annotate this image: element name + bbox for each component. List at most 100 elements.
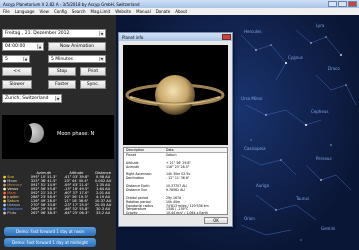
- close-icon[interactable]: [222, 34, 231, 40]
- dialog-title-bar[interactable]: Planet info: [119, 33, 232, 41]
- constellation-label: Orion: [244, 216, 255, 221]
- time-input[interactable]: 04:00:00 ▲: [2, 42, 44, 51]
- constellation-label: Perseus: [316, 156, 332, 161]
- info-description: Declination: [126, 176, 145, 181]
- info-value: Saturn: [166, 152, 177, 157]
- list-item: Gravity 10.44 m/s² / 1.064 x Earth: [124, 211, 227, 215]
- demo-midnight-label: Demo: Fast forward 1 day at midnight: [12, 240, 88, 245]
- constellation-label: Ursa Minor: [241, 96, 263, 101]
- faster-button[interactable]: Faster: [48, 80, 76, 89]
- list-item: Distance Sun 9.76562 AU: [124, 188, 227, 192]
- moon-phase-image: [24, 123, 44, 143]
- ok-label: OK: [213, 218, 219, 223]
- minimize-icon[interactable]: [328, 1, 337, 7]
- info-description: Gravity: [126, 211, 138, 215]
- date-value: Freitag , 21. Dezember 2012: [5, 31, 70, 36]
- constellation-labels: Hercules Lyra Cygnus Draco Ursa Minor Cepheus…: [241, 23, 340, 231]
- location-select[interactable]: Zurich, Switzerland ▼: [2, 94, 62, 103]
- list-item: Planet Saturn: [124, 153, 227, 157]
- info-value: 9.76562 AU: [166, 187, 185, 192]
- moon-phase-panel: Moon phase: N: [2, 115, 114, 159]
- back-button[interactable]: <<: [2, 67, 32, 76]
- planet-name: ● Pluto: [2, 211, 27, 215]
- print-button[interactable]: Print: [80, 67, 106, 76]
- chevron-down-icon[interactable]: ▼: [99, 57, 104, 61]
- constellation-label: Cygnus: [288, 55, 303, 60]
- menu-config[interactable]: Config: [54, 9, 67, 14]
- constellation-label: Gemini: [321, 226, 335, 231]
- menu-view[interactable]: View: [39, 9, 49, 14]
- now-animation-label: Now Animation: [59, 44, 95, 49]
- constellation-label: Cassiopeia: [244, 146, 266, 151]
- ok-button[interactable]: OK: [204, 217, 228, 224]
- step-unit-select[interactable]: 5 Minutes ▼: [48, 55, 106, 63]
- window-controls: [328, 1, 357, 7]
- sync-button[interactable]: Sync.: [80, 80, 106, 89]
- column-header-description[interactable]: Description: [124, 148, 166, 152]
- menu-manual[interactable]: Manual: [136, 9, 151, 14]
- menu-search[interactable]: Search: [72, 9, 86, 14]
- info-description: Distance Sun: [126, 187, 148, 192]
- planet-image: [123, 45, 228, 145]
- table-row: ● Pluto 267° 06' 38.3" -64° 25' 06.3" 33.2 …: [2, 211, 114, 215]
- time-value: 04:00:00: [5, 44, 26, 49]
- step-spinner-icon[interactable]: ▲: [23, 57, 28, 61]
- slower-button[interactable]: Slower: [2, 80, 32, 89]
- step-unit-value: 5 Minutes: [51, 56, 74, 62]
- chevron-down-icon[interactable]: ▼: [55, 96, 60, 101]
- info-description: Planet: [126, 152, 136, 157]
- constellation-label: Auriga: [256, 183, 270, 188]
- demo-noon-label: Demo: Fast forward 1 day at noon: [15, 229, 85, 234]
- info-description: Azimuth: [126, 164, 140, 169]
- info-value: - 12° 11' 36.6": [166, 176, 190, 181]
- print-label: Print: [87, 69, 99, 74]
- planet-name-label: Pluto: [7, 211, 17, 215]
- window-title: Ascyp Planetarium V 2.82 A - 3/5/2018 by…: [3, 1, 140, 7]
- demo-midnight-button[interactable]: Demo: Fast forward 1 day at midnight: [4, 238, 96, 247]
- planet-distance: 33.2 AU: [96, 211, 111, 215]
- saturn-illustration: [125, 75, 225, 115]
- column-header-data[interactable]: Data: [166, 148, 227, 152]
- step-count-input[interactable]: 5 ▲: [2, 55, 30, 63]
- control-panel: Freitag , 21. Dezember 2012 ▼ 04:00:00 ▲…: [0, 15, 116, 250]
- moon-phase-label: Moon phase: N: [57, 131, 95, 137]
- date-picker[interactable]: Freitag , 21. Dezember 2012 ▼: [2, 29, 106, 38]
- constellation-label: Taurus: [295, 196, 309, 201]
- menu-website[interactable]: Website: [115, 9, 131, 14]
- menu-bar: File Language View Config Search Mag.Lim…: [0, 8, 359, 15]
- close-icon[interactable]: [348, 1, 357, 7]
- location-value: Zurich, Switzerland: [5, 96, 49, 101]
- menu-file[interactable]: File: [3, 9, 10, 14]
- demo-noon-button[interactable]: Demo: Fast forward 1 day at noon: [4, 227, 96, 236]
- info-value: 116° 23' 28.5": [166, 164, 190, 169]
- menu-donate[interactable]: Donate: [156, 9, 171, 14]
- planet-info-list: Description Data Planet Saturn Altitude + 2…: [123, 147, 228, 215]
- maximize-icon[interactable]: [338, 1, 347, 7]
- back-label: <<: [13, 69, 21, 74]
- menu-mag-limit[interactable]: Mag.Limit: [91, 9, 111, 14]
- planet-altitude: -64° 25' 06.3": [63, 211, 89, 215]
- constellation-lines: [240, 29, 357, 236]
- list-item: Azimuth 116° 23' 28.5": [124, 165, 227, 169]
- constellation-label: Draco: [328, 66, 340, 71]
- stop-label: Stop: [56, 69, 68, 74]
- list-item: Declination - 12° 11' 36.6": [124, 176, 227, 180]
- planet-positions-table: Azimuth Altitude Distance ● Sun 095° 10' …: [2, 171, 114, 215]
- constellation-label: Lyra: [316, 23, 325, 28]
- dialog-title: Planet info: [122, 34, 144, 40]
- planet-azimuth: 267° 06' 38.3": [30, 211, 57, 215]
- constellation-label: Hercules: [244, 29, 261, 34]
- faster-label: Faster: [55, 82, 69, 87]
- chevron-down-icon[interactable]: ▼: [99, 31, 104, 36]
- menu-language[interactable]: Language: [15, 9, 35, 14]
- planet-info-dialog: Planet info Description Data Planet Satur…: [118, 32, 233, 227]
- step-count-value: 5: [5, 56, 8, 62]
- stop-button[interactable]: Stop: [48, 67, 76, 76]
- constellation-label: Cepheus: [311, 109, 328, 114]
- title-bar: Ascyp Planetarium V 2.82 A - 3/5/2018 by…: [0, 0, 359, 8]
- now-animation-button[interactable]: Now Animation: [48, 42, 106, 51]
- menu-about[interactable]: About: [175, 9, 187, 14]
- info-value: 10.44 m/s² / 1.064 x Earth: [166, 211, 208, 215]
- time-spinner-icon[interactable]: ▲: [37, 44, 42, 49]
- slower-label: Slower: [9, 82, 25, 87]
